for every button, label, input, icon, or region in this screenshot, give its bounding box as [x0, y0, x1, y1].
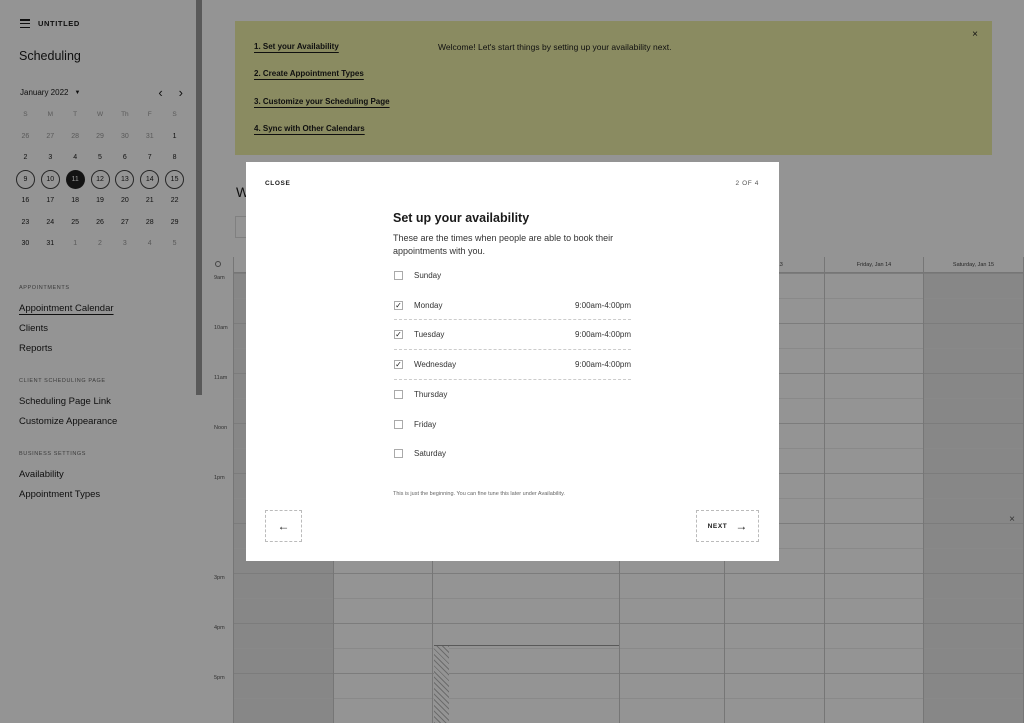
day-label: Saturday — [414, 449, 447, 459]
day-hours[interactable]: 9:00am-4:00pm — [575, 360, 631, 369]
day-row-wednesday[interactable]: ✓ Wednesday 9:00am-4:00pm — [394, 350, 631, 380]
day-checkbox[interactable] — [394, 449, 403, 459]
day-label: Monday — [414, 300, 443, 310]
day-label: Sunday — [414, 271, 442, 281]
day-row-monday[interactable]: ✓ Monday 9:00am-4:00pm — [394, 291, 631, 321]
next-button-label: NEXT — [707, 522, 728, 530]
day-hours[interactable]: 9:00am-4:00pm — [575, 330, 631, 339]
back-button[interactable]: ← — [265, 510, 302, 542]
day-row-saturday[interactable]: Saturday — [394, 439, 631, 469]
next-button[interactable]: NEXT → — [696, 510, 759, 542]
day-checkbox[interactable] — [394, 271, 403, 281]
day-checkbox[interactable]: ✓ — [394, 359, 403, 369]
day-row-friday[interactable]: Friday — [394, 409, 631, 439]
day-checkbox[interactable] — [394, 390, 403, 400]
day-row-thursday[interactable]: Thursday — [394, 380, 631, 410]
close-button[interactable]: CLOSE — [265, 180, 290, 187]
availability-modal: CLOSE 2 OF 4 Set up your availability Th… — [246, 162, 779, 561]
checkmark-icon: ✓ — [395, 300, 402, 310]
checkmark-icon: ✓ — [395, 359, 402, 369]
day-row-sunday[interactable]: Sunday — [394, 261, 631, 291]
day-label: Thursday — [414, 390, 448, 400]
arrow-right-icon: → — [735, 519, 748, 533]
availability-day-list: Sunday ✓ Monday 9:00am-4:00pm ✓ Tuesday 9:00am… — [394, 261, 631, 469]
modal-title: Set up your availability — [393, 211, 530, 225]
day-label: Wednesday — [414, 359, 457, 369]
footer-note: This is just the beginning. You can fine… — [393, 491, 565, 497]
checkmark-icon: ✓ — [395, 330, 402, 340]
toast-close-icon[interactable]: × — [1009, 514, 1015, 525]
day-label: Tuesday — [414, 330, 445, 340]
modal-subtitle: These are the times when people are able… — [393, 233, 614, 256]
day-label: Friday — [414, 419, 437, 429]
day-checkbox[interactable] — [394, 419, 403, 429]
day-checkbox[interactable]: ✓ — [394, 300, 403, 310]
day-row-tuesday[interactable]: ✓ Tuesday 9:00am-4:00pm — [394, 320, 631, 351]
step-indicator: 2 OF 4 — [735, 180, 759, 187]
arrow-left-icon: ← — [277, 519, 290, 533]
day-hours[interactable]: 9:00am-4:00pm — [575, 301, 631, 310]
day-checkbox[interactable]: ✓ — [394, 330, 403, 340]
